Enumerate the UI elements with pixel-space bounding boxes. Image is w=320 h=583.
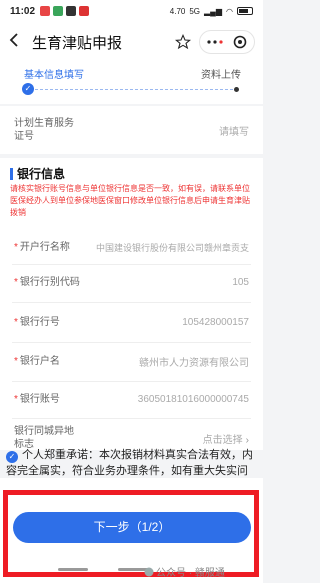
- page-title: 生育津贴申报: [32, 34, 123, 52]
- close-target-icon[interactable]: [233, 35, 247, 49]
- account-name-value: 赣州市人力资源有限公司: [139, 357, 249, 369]
- signal-icon: ▂▄▆: [204, 6, 223, 16]
- app-notification-icon: [79, 6, 90, 16]
- status-bar: 11:02 4.70 5G ▂▄▆ ◠: [0, 0, 263, 22]
- app-notification-icon: [53, 6, 64, 16]
- agreement[interactable]: ✓ 个人郑重承诺：本次报销材料真实合法有效，内容完全属实，符合业务办理条件，如有重…: [6, 447, 262, 481]
- bank-name-row[interactable]: * 开户行名称 中国建设银行股份有限公司赣州章贡支: [0, 236, 263, 258]
- star-icon[interactable]: [175, 34, 191, 50]
- step-indicator: 基本信息填写 资料上传 ✓: [0, 62, 263, 104]
- check-icon: ✓: [22, 83, 34, 95]
- navigation-bar: 生育津贴申报: [0, 22, 263, 62]
- section-marker: [10, 167, 13, 180]
- bank-name-value: 中国建设银行股份有限公司赣州章贡支: [95, 242, 249, 253]
- mini-program-capsule: [199, 30, 255, 54]
- watermark: 公众号 · 赣服通: [144, 564, 225, 579]
- account-name-row[interactable]: * 银行户名 赣州市人力资源有限公司: [0, 350, 263, 372]
- chevron-right-icon: ›: [245, 434, 249, 446]
- account-number-row[interactable]: * 银行账号 36050181016000000745: [0, 388, 263, 410]
- step-upload: 资料上传: [201, 70, 241, 81]
- app-notification-icon: [66, 6, 77, 16]
- divider: [12, 264, 251, 265]
- divider: [12, 381, 251, 382]
- chevron-left-icon: [9, 32, 18, 47]
- divider: [12, 418, 251, 419]
- next-step-button[interactable]: 下一步（1/2）: [13, 512, 251, 543]
- plan-service-card: 计划生育服务 证号 请填写: [0, 106, 263, 154]
- bank-code-row[interactable]: * 银行行别代码 105: [0, 271, 263, 293]
- nav-actions: [175, 30, 255, 54]
- plan-service-label: 计划生育服务 证号: [14, 118, 74, 142]
- app-notification-icon: [40, 6, 51, 16]
- wifi-icon: ◠: [226, 6, 233, 16]
- status-indicators: 4.70 5G ▂▄▆ ◠: [170, 7, 253, 16]
- remote-flag-select[interactable]: 点击选择 ›: [203, 431, 249, 446]
- plan-service-row[interactable]: 计划生育服务 证号 请填写: [0, 112, 263, 148]
- step-connector: [30, 89, 233, 90]
- status-time: 11:02: [10, 5, 36, 17]
- agreement-checkbox[interactable]: ✓: [6, 451, 18, 463]
- bank-warning-text: 请核实银行账号信息与单位银行信息是否一致，如有误，请联系单位医保经办人到单位参保…: [10, 184, 250, 217]
- bank-number-value: 105428000157: [182, 316, 249, 328]
- divider: [12, 302, 251, 303]
- plan-service-input[interactable]: 请填写: [219, 123, 249, 138]
- wechat-icon: [144, 567, 154, 576]
- step-basic-info: 基本信息填写: [24, 70, 84, 81]
- back-button[interactable]: [8, 32, 28, 53]
- battery-icon: [237, 7, 253, 15]
- bank-code-value: 105: [232, 276, 249, 288]
- more-icon[interactable]: [207, 38, 223, 46]
- network-speed: 4.70: [169, 6, 186, 16]
- agreement-text: 个人郑重承诺：本次报销材料真实合法有效，内容完全属实，符合业务办理条件，如有重大…: [6, 449, 253, 477]
- bank-number-row[interactable]: * 银行行号 105428000157: [0, 311, 263, 333]
- bank-section-title: 银行信息: [10, 165, 65, 182]
- step2-dot: [234, 87, 239, 92]
- signal-label: 5G: [189, 6, 201, 16]
- divider: [12, 342, 251, 343]
- account-number-value: 36050181016000000745: [137, 393, 249, 405]
- system-nav-indicator: [58, 568, 88, 571]
